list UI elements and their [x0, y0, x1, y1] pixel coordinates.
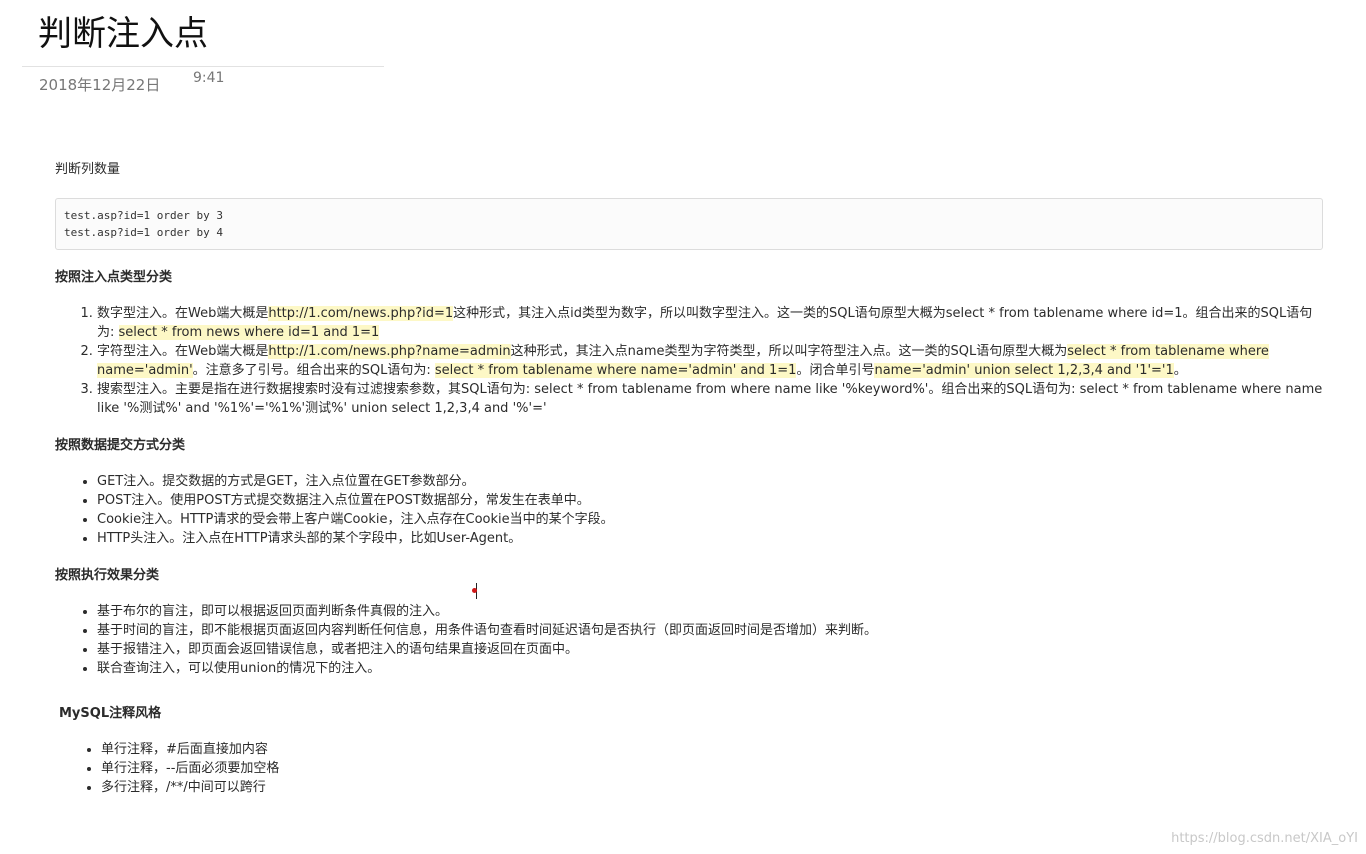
- list-item: 联合查询注入，可以使用union的情况下的注入。: [97, 659, 1323, 678]
- highlighted-text: http://1.com/news.php?name=admin: [268, 344, 511, 359]
- list-item: 单行注释，#后面直接加内容: [101, 740, 1323, 759]
- text-segment: 字符型注入。在Web端大概是: [97, 344, 269, 359]
- list-item: Cookie注入。HTTP请求的受会带上客户端Cookie，注入点存在Cooki…: [97, 510, 1323, 529]
- code-line: test.asp?id=1 order by 3: [64, 209, 223, 222]
- note-date: 2018年12月22日: [39, 76, 161, 94]
- list-item: 基于时间的盲注，即不能根据页面返回内容判断任何信息，用条件语句查看时间延迟语句是…: [97, 621, 1323, 640]
- section-heading-mysql-comments: MySQL注释风格: [59, 706, 162, 721]
- highlighted-text: http://1.com/news.php?id=1: [268, 306, 454, 321]
- note-time: 9:41: [193, 70, 225, 86]
- text-segment: 。注意多了引号。组合出来的SQL语句为:: [192, 363, 435, 378]
- mysql-comment-list: 单行注释，#后面直接加内容 单行注释，--后面必须要加空格 多行注释，/**/中…: [55, 740, 1323, 797]
- list-item: 字符型注入。在Web端大概是http://1.com/news.php?name…: [97, 342, 1323, 380]
- highlighted-text: select * from news where id=1 and 1=1: [118, 325, 380, 340]
- highlighted-text: name='admin' union select 1,2,3,4 and '1…: [874, 363, 1174, 378]
- submit-method-list: GET注入。提交数据的方式是GET，注入点位置在GET参数部分。 POST注入。…: [55, 472, 1323, 548]
- text-segment: 搜索型注入。主要是指在进行数据搜索时没有过滤搜索参数，其SQL语句为: sele…: [97, 382, 1323, 416]
- list-item: POST注入。使用POST方式提交数据注入点位置在POST数据部分，常发生在表单…: [97, 491, 1323, 510]
- text-segment: 。闭合单引号: [796, 363, 875, 378]
- text-segment: 数字型注入。在Web端大概是: [97, 306, 269, 321]
- text-segment: 这种形式，其注入点name类型为字符类型，所以叫字符型注入点。这一类的SQL语句…: [510, 344, 1068, 359]
- list-item: 基于报错注入，即页面会返回错误信息，或者把注入的语句结果直接返回在页面中。: [97, 640, 1323, 659]
- injection-type-list: 数字型注入。在Web端大概是http://1.com/news.php?id=1…: [55, 304, 1323, 418]
- code-block[interactable]: test.asp?id=1 order by 3 test.asp?id=1 o…: [55, 198, 1323, 250]
- list-item: HTTP头注入。注入点在HTTP请求头部的某个字段中，比如User-Agent。: [97, 529, 1323, 548]
- list-item: 搜索型注入。主要是指在进行数据搜索时没有过滤搜索参数，其SQL语句为: sele…: [97, 380, 1323, 418]
- execution-effect-list: 基于布尔的盲注，即可以根据返回页面判断条件真假的注入。 基于时间的盲注，即不能根…: [55, 602, 1323, 678]
- code-line: test.asp?id=1 order by 4: [64, 226, 223, 239]
- section-heading-injection-type: 按照注入点类型分类: [55, 270, 173, 285]
- text-cursor-icon: [472, 583, 480, 599]
- list-item: 数字型注入。在Web端大概是http://1.com/news.php?id=1…: [97, 304, 1323, 342]
- note-page: 判断注入点 2018年12月22日 9:41 判断列数量 test.asp?id…: [0, 0, 1366, 854]
- intro-label: 判断列数量: [55, 162, 121, 177]
- page-title: 判断注入点: [38, 14, 208, 54]
- section-heading-submit-method: 按照数据提交方式分类: [55, 438, 186, 453]
- title-divider: [22, 66, 384, 67]
- watermark: https://blog.csdn.net/XIA_oYI: [1171, 831, 1358, 846]
- list-item: 多行注释，/**/中间可以跨行: [101, 778, 1323, 797]
- list-item: 单行注释，--后面必须要加空格: [101, 759, 1323, 778]
- list-item: 基于布尔的盲注，即可以根据返回页面判断条件真假的注入。: [97, 602, 1323, 621]
- highlighted-text: select * from tablename where name='admi…: [434, 363, 797, 378]
- text-segment: 。: [1173, 363, 1187, 378]
- list-item: GET注入。提交数据的方式是GET，注入点位置在GET参数部分。: [97, 472, 1323, 491]
- note-body[interactable]: 判断列数量 test.asp?id=1 order by 3 test.asp?…: [55, 160, 1323, 815]
- section-heading-execution-effect: 按照执行效果分类: [55, 568, 160, 583]
